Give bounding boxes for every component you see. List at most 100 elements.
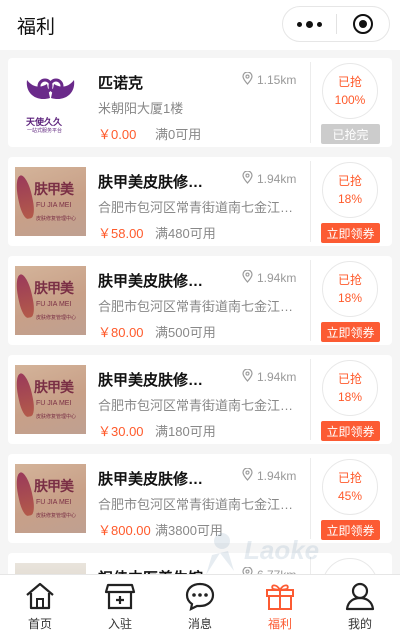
logo-pinyin: FU JIA MEI — [36, 202, 72, 209]
tab-message[interactable]: 消息 — [160, 575, 240, 633]
distance-value: 1.94km — [257, 370, 297, 384]
coupon-card[interactable]: 肤甲美 FU JIA MEI 皮肤修复管理中心 肤甲美皮肤修… 1.94km 合肥市包河区… — [8, 157, 392, 246]
store-name: 匹诺克 — [98, 75, 144, 92]
logo-subtitle: 皮肤修复管理中心 — [36, 315, 77, 321]
tab-bar: 首页 入驻 消息 福利 我的 — [0, 574, 400, 633]
distance: 1.94km — [242, 170, 296, 187]
claim-coupon-button[interactable]: 立即领券 — [321, 421, 380, 441]
store-logo — [15, 563, 86, 574]
location-pin-icon — [242, 368, 253, 385]
coupon-condition: 满0可用 — [155, 127, 202, 142]
claim-coupon-button[interactable]: 立即领券 — [321, 223, 380, 243]
fjm-logo-image: 肤甲美 FU JIA MEI 皮肤修复管理中心 — [15, 266, 86, 335]
tab-user[interactable]: 我的 — [320, 575, 400, 633]
claimed-label: 已抢 — [337, 273, 362, 287]
claim-coupon-button[interactable]: 立即领券 — [321, 322, 380, 342]
divider — [310, 359, 311, 440]
tab-gift[interactable]: 福利 — [240, 575, 320, 633]
nav-bar: 福利 — [0, 0, 400, 50]
divider — [310, 161, 311, 242]
coupon-condition: 满480可用 — [155, 226, 216, 241]
coupon-condition: 满180可用 — [155, 424, 216, 439]
logo-pinyin: FU JIA MEI — [36, 499, 72, 506]
logo-title: 肤甲美 — [34, 478, 74, 494]
target-circle-icon — [352, 14, 373, 34]
coupon-price: ￥80.00 — [98, 325, 144, 340]
logo-subtitle: 皮肤修复管理中心 — [36, 414, 77, 420]
claimed-progress: 已抢 100% — [322, 63, 378, 119]
store-name: 肤甲美皮肤修… — [98, 372, 204, 389]
store-address: 合肥市包河区常青街道南七金江小… — [98, 299, 298, 314]
store-logo: 肤甲美 FU JIA MEI 皮肤修复管理中心 — [15, 365, 86, 434]
more-dot-icon — [296, 21, 302, 27]
logo-title: 肤甲美 — [34, 379, 74, 395]
angel-wings-icon — [26, 78, 75, 100]
coupon-condition: 满500可用 — [155, 325, 216, 340]
claimed-label: 已抢 — [337, 372, 362, 386]
coupon-price: ￥800.00 — [98, 523, 151, 538]
logo-title: 肤甲美 — [34, 181, 74, 197]
tab-label: 首页 — [27, 617, 52, 631]
coupon-price: ￥58.00 — [98, 226, 144, 241]
claimed-progress: 已抢 18% — [322, 360, 378, 416]
logo-subtitle: 皮肤修复管理中心 — [36, 513, 77, 519]
store-logo: 天使久久 一站式服务平台 — [15, 68, 86, 137]
store-logo: 肤甲美 FU JIA MEI 皮肤修复管理中心 — [15, 464, 86, 533]
distance: 1.94km — [242, 467, 296, 484]
store-address: 合肥市包河区常青街道南七金江小… — [98, 497, 298, 512]
location-pin-icon — [242, 170, 253, 187]
claimed-label: 已抢 — [337, 471, 362, 485]
logo-pinyin: FU JIA MEI — [36, 400, 72, 407]
tab-label: 消息 — [187, 617, 212, 631]
fjm-logo-image: 肤甲美 FU JIA MEI 皮肤修复管理中心 — [15, 365, 86, 434]
store-logo: 肤甲美 FU JIA MEI 皮肤修复管理中心 — [15, 167, 86, 236]
location-pin-icon — [242, 467, 253, 484]
coupon-list[interactable]: 天使久久 一站式服务平台 匹诺克 1.15km 米朝阳大厦1楼 ￥0.00 满0可用 已抢 10… — [8, 58, 392, 574]
claimed-percent: 18% — [337, 390, 363, 404]
distance-value: 1.15km — [257, 73, 297, 87]
distance: 1.15km — [242, 71, 297, 88]
logo-subtitle: 皮肤修复管理中心 — [36, 216, 77, 222]
coupon-card[interactable]: 天使久久 一站式服务平台 匹诺克 1.15km 米朝阳大厦1楼 ￥0.00 满0可用 已抢 10… — [8, 58, 392, 147]
fjm-logo-image: 肤甲美 FU JIA MEI 皮肤修复管理中心 — [15, 167, 86, 236]
claimed-label: 已抢 — [337, 75, 362, 89]
store-logo-image — [15, 563, 86, 574]
fjm-logo-image: 肤甲美 FU JIA MEI 皮肤修复管理中心 — [15, 464, 86, 533]
claimed-progress: 已抢 18% — [322, 162, 378, 218]
claimed-label: 已抢 — [337, 174, 362, 188]
mini-program-capsule — [282, 6, 390, 42]
coupon-card[interactable]: 肤甲美 FU JIA MEI 皮肤修复管理中心 肤甲美皮肤修… 1.94km 合肥市包河区… — [8, 355, 392, 444]
more-menu-button[interactable] — [283, 7, 336, 41]
tab-home[interactable]: 首页 — [0, 575, 80, 633]
claimed-percent: 18% — [337, 291, 363, 305]
store-address: 米朝阳大厦1楼 — [98, 101, 184, 116]
store-name: 肤甲美皮肤修… — [98, 471, 204, 488]
tianshi-logo-image: 天使久久 一站式服务平台 — [15, 68, 86, 137]
store-name: 肤甲美皮肤修… — [98, 174, 204, 191]
claimed-percent: 100% — [334, 93, 366, 107]
location-pin-icon — [242, 269, 253, 286]
distance: 1.94km — [242, 368, 297, 385]
tab-label: 入驻 — [107, 617, 132, 631]
claimed-percent: 18% — [337, 192, 363, 206]
store-name: 肤甲美皮肤修… — [98, 273, 204, 290]
store-address: 合肥市包河区常青街道南七金江小… — [98, 398, 298, 413]
location-pin-icon — [242, 71, 253, 88]
coupon-price: ￥0.00 — [98, 127, 137, 142]
logo-pinyin: FU JIA MEI — [36, 301, 72, 308]
store-address: 合肥市包河区常青街道南七金江小… — [98, 200, 298, 215]
coupon-card[interactable]: 肤甲美 FU JIA MEI 皮肤修复管理中心 肤甲美皮肤修… 1.94km 合肥市包河区… — [8, 256, 392, 345]
watermark-logo: Laoke — [206, 533, 319, 575]
watermark-text: Laoke — [244, 535, 319, 565]
logo-subtitle: 一站式服务平台 — [27, 128, 63, 134]
coupon-price: ￥30.00 — [98, 424, 144, 439]
more-dot-icon — [316, 21, 322, 27]
more-dot-icon — [305, 20, 313, 28]
tab-label: 福利 — [267, 617, 292, 631]
tab-store-add[interactable]: 入驻 — [80, 575, 160, 633]
distance-value: 1.94km — [257, 271, 297, 285]
claimed-progress: 已抢 18% — [322, 261, 378, 317]
divider — [310, 260, 311, 341]
claimed-progress: 已抢 45% — [322, 459, 378, 515]
close-mini-program-button[interactable] — [336, 7, 389, 41]
